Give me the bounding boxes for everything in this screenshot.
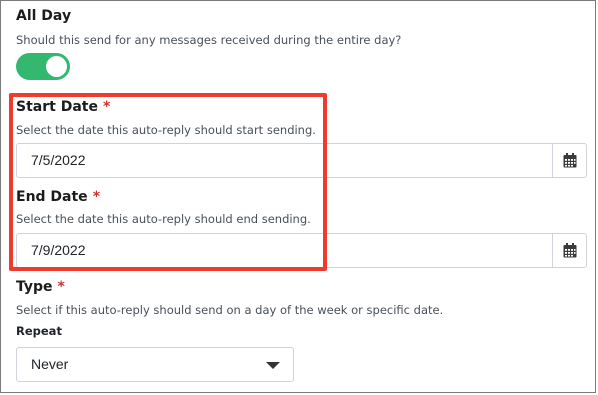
form-panel: All Day Should this send for any message… bbox=[0, 0, 596, 393]
all-day-toggle[interactable] bbox=[16, 53, 70, 80]
end-date-calendar-button[interactable] bbox=[552, 234, 586, 267]
toggle-knob bbox=[46, 56, 67, 77]
highlight-box bbox=[9, 93, 327, 271]
calendar-icon bbox=[563, 243, 576, 258]
type-help: Select if this auto-reply should send on… bbox=[16, 303, 444, 317]
calendar-icon bbox=[563, 153, 576, 168]
chevron-down-icon bbox=[266, 362, 280, 369]
all-day-label: All Day bbox=[16, 8, 72, 24]
required-asterisk: * bbox=[57, 279, 65, 295]
start-date-calendar-button[interactable] bbox=[552, 144, 586, 177]
repeat-label: Repeat bbox=[16, 324, 62, 338]
repeat-select[interactable]: Never bbox=[16, 347, 294, 382]
all-day-help: Should this send for any messages receiv… bbox=[16, 33, 402, 47]
type-label: Type * bbox=[16, 279, 65, 295]
repeat-selected-value: Never bbox=[31, 356, 69, 372]
